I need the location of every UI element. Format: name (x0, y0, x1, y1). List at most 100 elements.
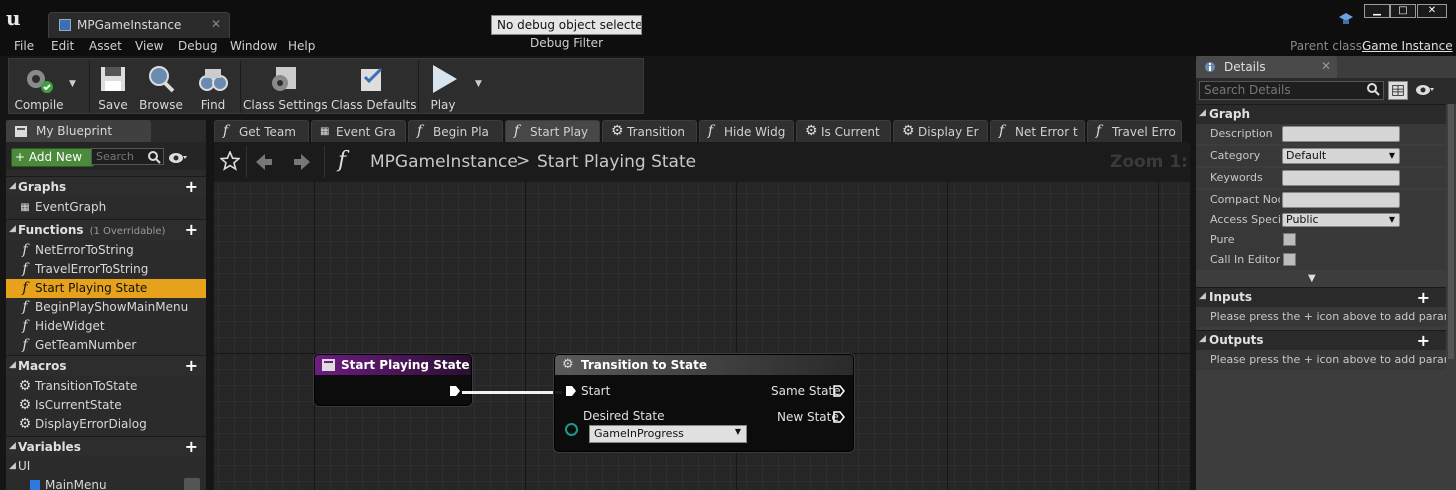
class-defaults-button[interactable]: Class Defaults (331, 59, 416, 115)
eye-icon[interactable] (169, 152, 187, 164)
tab-begin-play[interactable]: f Begin Pla (408, 120, 503, 142)
document-tab[interactable]: MPGameInstance ✕ (48, 12, 230, 38)
add-input-button[interactable]: + (1417, 288, 1430, 307)
exec-input-pin[interactable] (565, 385, 577, 397)
graph-item-eventgraph[interactable]: ▦ EventGraph (6, 198, 206, 217)
find-button[interactable]: Find (189, 59, 237, 115)
function-item[interactable]: f HideWidget (6, 317, 206, 336)
my-blueprint-tab[interactable]: My Blueprint (6, 120, 151, 142)
macro-item[interactable]: ⚙ DisplayErrorDialog (6, 415, 206, 434)
keywords-field[interactable] (1282, 170, 1400, 186)
add-new-button[interactable]: + Add New (11, 148, 94, 167)
function-item[interactable]: f NetErrorToString (6, 241, 206, 260)
graduation-cap-icon[interactable] (1338, 12, 1354, 26)
play-options-dropdown[interactable]: ▼ (475, 79, 482, 89)
class-settings-button[interactable]: Class Settings (243, 59, 328, 115)
expand-advanced-icon[interactable]: ▼ (1308, 273, 1316, 284)
exec-output-pin-new[interactable] (833, 411, 845, 423)
menu-edit[interactable]: Edit (51, 39, 74, 53)
browse-button[interactable]: Browse (137, 59, 185, 115)
function-entry-node[interactable]: Start Playing State (314, 354, 472, 406)
tab-start-play[interactable]: f Start Play (505, 120, 600, 142)
minimize-button[interactable]: ▁ (1364, 4, 1390, 18)
add-graph-button[interactable]: + (185, 177, 198, 196)
details-scrollbar[interactable] (1448, 104, 1454, 359)
tab-is-current[interactable]: ⚙ Is Current (796, 120, 891, 142)
graphs-section[interactable]: ◢ Graphs + (6, 176, 206, 197)
add-macro-button[interactable]: + (185, 356, 198, 375)
macro-item[interactable]: ⚙ TransitionToState (6, 377, 206, 396)
overridable-count: (1 Overridable) (89, 226, 166, 237)
desired-state-select[interactable]: GameInProgress ▼ (589, 425, 747, 443)
outputs-section[interactable]: ◢ Outputs + (1196, 330, 1446, 350)
exec-output-pin-same[interactable] (833, 385, 845, 397)
macros-section[interactable]: ◢ Macros + (6, 355, 206, 376)
compact-node-field[interactable] (1282, 192, 1400, 208)
menu-file[interactable]: File (14, 39, 34, 53)
functions-section[interactable]: ◢ Functions (1 Overridable) + (6, 219, 206, 240)
function-item[interactable]: f GetTeamNumber (6, 336, 206, 355)
tab-net-error[interactable]: f Net Error t (990, 120, 1085, 142)
close-icon[interactable]: ✕ (211, 17, 221, 31)
graph-section[interactable]: ◢ Graph (1196, 104, 1446, 124)
save-button[interactable]: Save (93, 59, 133, 115)
description-field[interactable] (1282, 126, 1400, 142)
tab-hide-widget[interactable]: f Hide Widg (699, 120, 794, 142)
variable-category-label: UI (18, 459, 31, 473)
variable-visibility-toggle[interactable] (184, 478, 200, 490)
compact-node-label: Compact Node (1210, 193, 1280, 206)
pin-new-state-label: New State (777, 410, 839, 424)
pure-checkbox[interactable] (1283, 233, 1296, 246)
function-item[interactable]: f BeginPlayShowMainMenu (6, 298, 206, 317)
tab-get-team[interactable]: f Get Team (214, 120, 309, 142)
category-row: Category Default ▼ (1196, 146, 1446, 166)
variable-item[interactable]: MainMenu (6, 476, 206, 490)
compile-button[interactable]: Compile (9, 59, 69, 115)
tab-label: Is Current (821, 125, 880, 139)
keywords-row: Keywords (1196, 168, 1446, 188)
play-button[interactable]: Play (421, 59, 465, 115)
star-icon[interactable] (220, 151, 240, 171)
menu-asset[interactable]: Asset (89, 39, 122, 53)
function-icon: f (999, 123, 1005, 139)
graph-editor-canvas[interactable]: f MPGameInstance > Start Playing State Z… (214, 142, 1190, 490)
maximize-button[interactable]: □ (1390, 4, 1416, 18)
debug-object-select[interactable]: No debug object selected ▾ (491, 15, 642, 35)
breadcrumb-parent[interactable]: MPGameInstance (370, 152, 518, 172)
details-search-input[interactable]: Search Details (1199, 81, 1384, 100)
tab-travel-error[interactable]: f Travel Erro (1087, 120, 1182, 142)
details-tab[interactable]: Details ✕ (1196, 56, 1337, 78)
add-output-button[interactable]: + (1417, 331, 1430, 350)
compile-options-dropdown[interactable]: ▼ (69, 79, 76, 89)
eye-icon[interactable] (1416, 84, 1434, 96)
parent-class-link[interactable]: Game Instance (1362, 39, 1453, 53)
property-matrix-icon[interactable] (1388, 81, 1408, 100)
macro-item[interactable]: ⚙ IsCurrentState (6, 396, 206, 415)
category-select[interactable]: Default ▼ (1282, 148, 1400, 164)
menu-help[interactable]: Help (288, 39, 315, 53)
menu-debug[interactable]: Debug (178, 39, 217, 53)
back-arrow-icon[interactable] (254, 152, 274, 172)
variables-section[interactable]: ◢ Variables + (6, 436, 206, 457)
tab-event-graph[interactable]: ▦ Event Gra (311, 120, 406, 142)
tab-transition[interactable]: ⚙ Transition (602, 120, 697, 142)
forward-arrow-icon[interactable] (292, 152, 312, 172)
variable-category-ui[interactable]: ◢ UI (6, 457, 206, 476)
tab-display-error[interactable]: ⚙ Display Er (893, 120, 988, 142)
exec-output-pin[interactable] (449, 385, 461, 397)
add-variable-button[interactable]: + (185, 437, 198, 456)
call-in-editor-label: Call In Editor (1210, 253, 1280, 266)
function-item-selected[interactable]: f Start Playing State (6, 279, 206, 298)
inputs-section[interactable]: ◢ Inputs + (1196, 287, 1446, 307)
menu-view[interactable]: View (135, 39, 163, 53)
call-in-editor-checkbox[interactable] (1283, 253, 1296, 266)
close-icon[interactable]: ✕ (1321, 59, 1331, 73)
access-specifier-select[interactable]: Public ▼ (1282, 213, 1400, 227)
function-item[interactable]: f TravelErrorToString (6, 260, 206, 279)
add-function-button[interactable]: + (185, 220, 198, 239)
transition-to-state-node[interactable]: ⚙ Transition to State Start Same State D… (554, 354, 854, 452)
desired-state-input-pin[interactable] (565, 423, 578, 436)
close-window-button[interactable]: ✕ (1417, 4, 1447, 18)
pure-label: Pure (1210, 233, 1235, 246)
menu-window[interactable]: Window (230, 39, 277, 53)
